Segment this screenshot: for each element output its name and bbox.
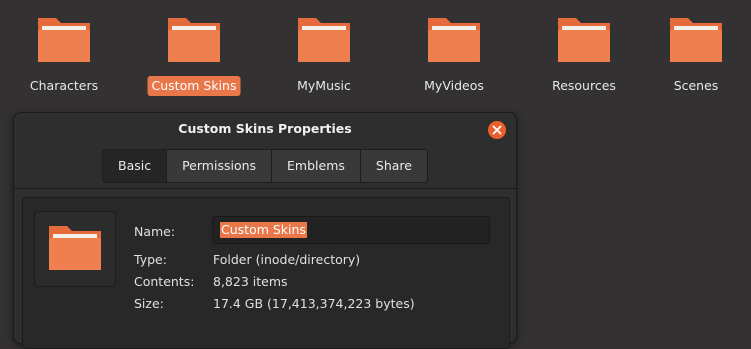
folder-label: Scenes [673,78,719,93]
tab-emblems[interactable]: Emblems [272,150,361,182]
tab-share[interactable]: Share [360,150,427,182]
folder-item-characters[interactable]: Characters [9,10,119,100]
size-value: 17.4 GB (17,413,374,223 bytes) [213,296,415,311]
contents-label: Contents: [134,274,195,289]
properties-dialog: Custom Skins Properties Basic Permission… [13,112,517,349]
name-field[interactable]: Custom Skins [212,216,490,244]
folder-icon [49,226,101,270]
contents-value: 8,823 items [213,274,288,289]
tab-basic[interactable]: Basic [103,150,168,182]
folder-label: Characters [29,78,99,93]
tab-divider [14,188,516,189]
close-icon [492,125,502,135]
folder-label: MyVideos [424,78,484,93]
folder-icon [558,18,610,62]
basic-panel: Name: Custom Skins Type: Folder (inode/d… [22,197,510,349]
folder-item-myvideos[interactable]: MyVideos [399,10,509,100]
type-label: Type: [134,252,167,267]
folder-item-scenes[interactable]: Scenes [641,10,751,100]
name-label: Name: [134,224,176,239]
name-field-value: Custom Skins [220,222,307,238]
folder-icon [298,18,350,62]
tab-permissions[interactable]: Permissions [167,150,273,182]
dialog-title: Custom Skins Properties [178,121,352,136]
folder-thumbnail[interactable] [34,211,116,287]
folder-item-custom-skins[interactable]: Custom Skins [139,10,249,100]
folder-icon [38,18,90,62]
folder-icon [670,18,722,62]
tab-bar: Basic Permissions Emblems Share [102,149,428,183]
close-button[interactable] [488,121,506,139]
folder-label: Resources [552,78,616,93]
folder-icon [168,18,220,62]
folder-item-resources[interactable]: Resources [529,10,639,100]
folder-icon [428,18,480,62]
folder-label: MyMusic [297,78,351,93]
type-value: Folder (inode/directory) [213,252,361,267]
size-label: Size: [134,296,164,311]
folder-grid: Characters Custom Skins MyMusic MyVideos [0,0,751,100]
folder-label-selected: Custom Skins [147,76,241,96]
folder-item-mymusic[interactable]: MyMusic [269,10,379,100]
